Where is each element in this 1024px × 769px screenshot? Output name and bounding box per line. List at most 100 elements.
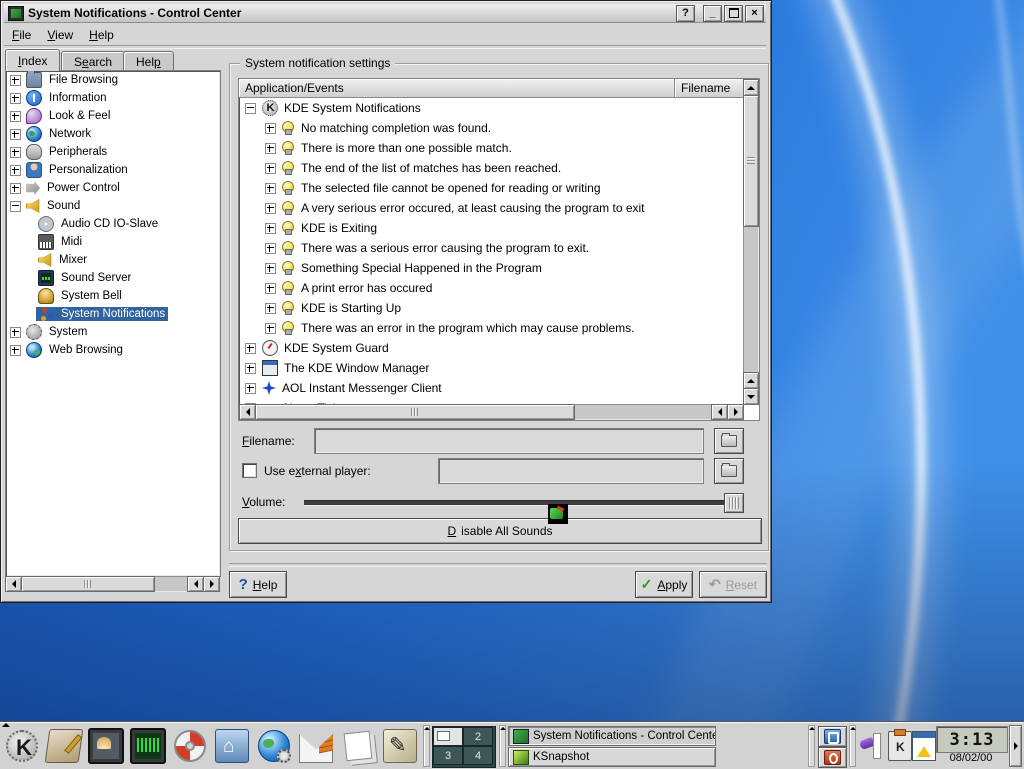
external-player-browse-button[interactable] [714, 458, 744, 484]
event-row[interactable]: There was a serious error causing the pr… [239, 238, 743, 258]
pager-desktop-3[interactable]: 3 [433, 746, 463, 765]
column-header-application-events[interactable]: Application/Events [239, 79, 675, 98]
event-row-kde-system-guard[interactable]: KDE System Guard [239, 338, 743, 358]
use-external-player-checkbox[interactable] [242, 463, 257, 478]
event-row[interactable]: The end of the list of matches has been … [239, 158, 743, 178]
scroll-up-button[interactable] [743, 372, 759, 389]
window-help-button[interactable]: ? [676, 5, 695, 22]
pager-handle[interactable] [423, 725, 430, 767]
sidebar-item-file-browsing[interactable]: File Browsing [6, 71, 220, 89]
task-control-center[interactable]: System Notifications - Control Cente [508, 726, 716, 746]
kmenu-button[interactable] [2, 726, 42, 766]
event-row-aol-messenger[interactable]: AOL Instant Messenger Client [239, 378, 743, 398]
expander-icon[interactable] [10, 111, 21, 122]
volume-slider-track[interactable] [304, 500, 742, 506]
expander-icon[interactable] [10, 327, 21, 338]
home-folder-button[interactable] [212, 726, 252, 766]
event-row-kde-window-manager[interactable]: The KDE Window Manager [239, 358, 743, 378]
volume-slider-handle[interactable] [724, 493, 744, 513]
sidebar-item-sound-server[interactable]: Sound Server [6, 269, 220, 287]
tab-search[interactable]: Search [61, 51, 125, 71]
expander-icon[interactable] [10, 75, 21, 86]
tab-help[interactable]: Help [123, 51, 174, 71]
lock-logout-handle[interactable] [808, 725, 815, 767]
pager-desktop-2[interactable]: 2 [463, 727, 493, 746]
expander-icon[interactable] [10, 129, 21, 140]
sidebar-item-audio-cd[interactable]: Audio CD IO-Slave [6, 215, 220, 233]
tab-index[interactable]: Index [5, 49, 60, 71]
sidebar-hscrollbar[interactable] [5, 576, 219, 592]
sidebar-item-sound[interactable]: Sound [6, 197, 220, 215]
kmail-button[interactable] [296, 726, 336, 766]
editor-button[interactable] [380, 726, 420, 766]
disable-all-sounds-button[interactable]: Disable All Sounds [238, 518, 762, 544]
scroll-left-button[interactable] [711, 404, 728, 420]
expander-icon[interactable] [245, 343, 256, 354]
events-vscrollbar[interactable] [743, 79, 759, 404]
expander-icon[interactable] [265, 243, 276, 254]
filename-browse-button[interactable] [714, 428, 744, 454]
column-header-filename[interactable]: Filename [675, 79, 743, 98]
sidebar-item-power-control[interactable]: Power Control [6, 179, 220, 197]
sidebar-item-network[interactable]: Network [6, 125, 220, 143]
sidebar-item-mixer[interactable]: Mixer [6, 251, 220, 269]
pager-desktop-4[interactable]: 4 [463, 746, 493, 765]
expander-icon[interactable] [265, 123, 276, 134]
events-hscrollbar[interactable] [239, 404, 743, 420]
sidebar-item-information[interactable]: Information [6, 89, 220, 107]
documents-button[interactable] [338, 726, 378, 766]
event-row[interactable]: There is more than one possible match. [239, 138, 743, 158]
pager-desktop-1[interactable] [433, 727, 463, 746]
sidebar-item-peripherals[interactable]: Peripherals [6, 143, 220, 161]
sidebar-item-web-browsing[interactable]: Web Browsing [6, 341, 220, 359]
konqueror-button[interactable] [254, 726, 294, 766]
scrollbar-thumb[interactable] [743, 95, 759, 227]
collapse-icon[interactable] [245, 103, 256, 114]
event-row-kde-system-notifications[interactable]: KDE System Notifications [239, 98, 743, 118]
expander-icon[interactable] [10, 183, 21, 194]
sidebar-item-look-feel[interactable]: Look & Feel [6, 107, 220, 125]
expander-icon[interactable] [10, 345, 21, 356]
panel-hide-button[interactable] [1009, 725, 1022, 767]
expander-icon[interactable] [265, 323, 276, 334]
sidebar-item-system[interactable]: System [6, 323, 220, 341]
expander-icon[interactable] [265, 143, 276, 154]
scroll-left-button[interactable] [5, 576, 22, 592]
sidebar-item-system-notifications[interactable]: System Notifications [6, 305, 220, 323]
reset-button[interactable]: ↶Reset [699, 571, 767, 598]
help-center-button[interactable] [170, 726, 210, 766]
event-row[interactable]: A very serious error occured, at least c… [239, 198, 743, 218]
event-row[interactable]: A print error has occured [239, 278, 743, 298]
clock-applet[interactable]: 3:13 08/02/00 [936, 726, 1006, 766]
menu-view[interactable]: View [39, 26, 81, 44]
expander-icon[interactable] [245, 363, 256, 374]
scroll-right-button[interactable] [727, 404, 744, 420]
expander-icon[interactable] [10, 147, 21, 158]
expander-icon[interactable] [265, 183, 276, 194]
event-row[interactable]: The selected file cannot be opened for r… [239, 178, 743, 198]
minimize-button[interactable]: _ [703, 5, 722, 22]
scroll-up-button[interactable] [743, 79, 759, 96]
filename-input[interactable] [314, 428, 704, 454]
scrollbar-thumb[interactable] [21, 576, 155, 592]
scroll-left-button[interactable] [187, 576, 204, 592]
maximize-button[interactable] [724, 5, 743, 22]
event-row[interactable]: Something Special Happened in the Progra… [239, 258, 743, 278]
event-row[interactable]: KDE is Exiting [239, 218, 743, 238]
menu-help[interactable]: Help [81, 26, 122, 44]
expander-icon[interactable] [10, 93, 21, 104]
task-ksnapshot[interactable]: KSnapshot [508, 747, 716, 767]
expander-icon[interactable] [265, 223, 276, 234]
external-player-input[interactable] [438, 458, 704, 484]
plug-tray-icon[interactable] [860, 731, 882, 759]
scroll-down-button[interactable] [743, 388, 759, 405]
collapse-icon[interactable] [10, 201, 21, 212]
scroll-right-button[interactable] [203, 576, 220, 592]
lock-screen-button[interactable] [818, 726, 847, 747]
expander-icon[interactable] [265, 263, 276, 274]
expander-icon[interactable] [265, 163, 276, 174]
menu-file[interactable]: File [4, 26, 39, 44]
systray-handle[interactable] [849, 725, 856, 767]
klipper-tray-icon[interactable] [888, 731, 912, 761]
help-button[interactable]: ?Help [229, 571, 287, 598]
